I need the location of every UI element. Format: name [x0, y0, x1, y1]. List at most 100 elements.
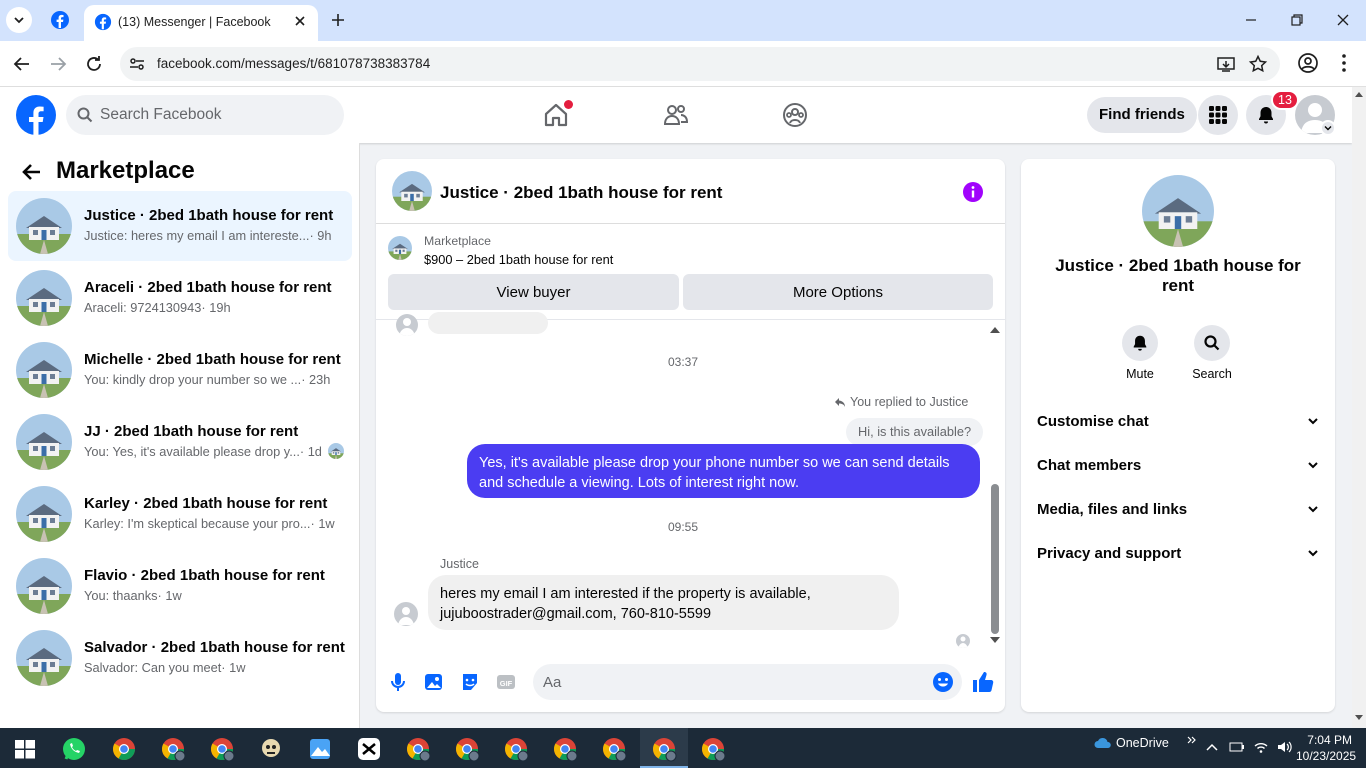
emoji-icon[interactable] — [932, 671, 954, 693]
site-settings-icon[interactable] — [128, 55, 146, 73]
conversation-name: JJ · 2bed 1bath house for rent — [84, 423, 299, 440]
conversation-item[interactable]: JJ · 2bed 1bath house for rent You: Yes, … — [8, 407, 352, 477]
gif-icon[interactable]: GIF — [496, 671, 516, 693]
microphone-icon[interactable] — [388, 671, 408, 693]
search-conversation-button[interactable]: Search — [1182, 325, 1242, 381]
house-listing-image — [392, 171, 432, 211]
conversation-item[interactable]: Michelle · 2bed 1bath house for rent You:… — [8, 335, 352, 405]
their-message-bubble[interactable]: heres my email I am interested if the pr… — [428, 575, 899, 630]
listing-thumbnail[interactable] — [388, 236, 412, 260]
menu-button[interactable] — [1198, 95, 1238, 135]
close-window-icon[interactable] — [1333, 10, 1353, 30]
url-text[interactable]: facebook.com/messages/t/681078738383784 — [157, 56, 430, 71]
chrome-window-icon[interactable] — [651, 736, 677, 762]
sticker-icon[interactable] — [460, 671, 480, 693]
photo-gallery-icon[interactable] — [424, 671, 444, 693]
chrome-window-icon[interactable] — [552, 736, 578, 762]
conversation-item[interactable]: Justice · 2bed 1bath house for rent Justi… — [8, 191, 352, 261]
view-buyer-button[interactable]: View buyer — [388, 274, 679, 310]
scroll-down-icon[interactable] — [1355, 715, 1363, 721]
forward-arrow-icon[interactable] — [47, 53, 69, 75]
chevron-right-icon[interactable] — [1185, 734, 1197, 746]
restore-icon[interactable] — [1287, 10, 1307, 30]
buyer-avatar — [396, 314, 418, 336]
friends-icon[interactable] — [662, 101, 690, 129]
system-clock[interactable]: 7:04 PM 10/23/2025 — [1296, 732, 1356, 764]
wifi-icon[interactable] — [1253, 740, 1269, 754]
facebook-pinned-tab-icon[interactable] — [50, 10, 70, 30]
battery-icon[interactable] — [1229, 740, 1245, 754]
conversation-thumbnail — [16, 558, 72, 614]
buyer-avatar[interactable] — [394, 602, 418, 626]
scroll-thumb[interactable] — [991, 484, 999, 634]
conversation-item[interactable]: Salvador · 2bed 1bath house for rent Salv… — [8, 623, 352, 693]
chrome-window-icon[interactable] — [405, 736, 431, 762]
section-customise-chat[interactable]: Customise chat — [1037, 403, 1319, 439]
app-icon[interactable] — [258, 736, 284, 762]
conversation-item[interactable]: Flavio · 2bed 1bath house for rent You: t… — [8, 551, 352, 621]
browser-profile-icon[interactable] — [1297, 52, 1319, 74]
conversation-thumbnail — [16, 486, 72, 542]
chrome-window-icon[interactable] — [160, 736, 186, 762]
scroll-up-icon[interactable] — [990, 325, 1000, 333]
my-message-bubble[interactable]: Yes, it's available please drop your pho… — [467, 444, 980, 498]
details-listing-thumbnail[interactable] — [1142, 175, 1214, 247]
reload-icon[interactable] — [83, 53, 105, 75]
active-tab[interactable]: (13) Messenger | Facebook — [84, 5, 318, 41]
section-media-files-links[interactable]: Media, files and links — [1037, 491, 1319, 527]
volume-icon[interactable] — [1276, 740, 1292, 754]
bookmark-star-icon[interactable] — [1248, 54, 1268, 74]
find-friends-button[interactable]: Find friends — [1087, 97, 1197, 133]
show-hidden-icons-icon[interactable] — [1205, 740, 1219, 754]
chevron-down-icon — [1308, 550, 1318, 557]
chrome-window-icon[interactable] — [700, 736, 726, 762]
more-options-button[interactable]: More Options — [683, 274, 993, 310]
chrome-window-icon[interactable] — [111, 736, 137, 762]
message-input-box[interactable] — [533, 664, 962, 700]
mute-button[interactable]: Mute — [1110, 325, 1170, 381]
section-privacy-support[interactable]: Privacy and support — [1037, 535, 1319, 571]
address-bar[interactable]: facebook.com/messages/t/681078738383784 — [120, 47, 1280, 81]
chrome-window-icon[interactable] — [454, 736, 480, 762]
listing-price[interactable]: $900 – 2bed 1bath house for rent — [424, 252, 613, 267]
chrome-window-icon[interactable] — [503, 736, 529, 762]
info-icon[interactable] — [962, 181, 984, 203]
facebook-search-box[interactable]: Search Facebook — [66, 95, 344, 135]
chat-scrollbar[interactable] — [989, 324, 1001, 650]
chrome-window-icon[interactable] — [601, 736, 627, 762]
windows-start-icon[interactable] — [12, 736, 38, 762]
message-line: heres my email I am interested if the pr… — [440, 586, 811, 602]
capcut-icon[interactable] — [356, 736, 382, 762]
chrome-window-icon[interactable] — [209, 736, 235, 762]
facebook-logo-icon[interactable] — [16, 95, 56, 135]
new-tab-icon[interactable] — [328, 10, 348, 30]
scroll-up-icon[interactable] — [1355, 91, 1363, 97]
browser-menu-icon[interactable] — [1334, 52, 1354, 74]
default-avatar-icon — [399, 318, 415, 336]
page-scrollbar[interactable] — [1352, 87, 1366, 728]
conversation-item[interactable]: Araceli · 2bed 1bath house for rent Arace… — [8, 263, 352, 333]
groups-icon[interactable] — [781, 101, 809, 129]
header-divider — [376, 223, 1005, 224]
chat-title[interactable]: Justice · 2bed 1bath house for rent — [440, 183, 722, 203]
section-chat-members[interactable]: Chat members — [1037, 447, 1319, 483]
account-menu-chevron[interactable] — [1320, 120, 1336, 136]
conversation-item[interactable]: Karley · 2bed 1bath house for rent Karley… — [8, 479, 352, 549]
quoted-message[interactable]: Hi, is this available? — [846, 418, 984, 446]
message-input[interactable] — [543, 664, 913, 700]
whatsapp-icon[interactable] — [61, 736, 87, 762]
back-arrow-icon[interactable] — [20, 161, 42, 183]
chat-listing-thumbnail[interactable] — [392, 171, 432, 211]
photos-app-icon[interactable] — [307, 736, 333, 762]
back-arrow-icon[interactable] — [11, 53, 33, 75]
tab-search-button[interactable] — [6, 7, 32, 33]
scroll-down-icon[interactable] — [990, 637, 1000, 645]
close-tab-icon[interactable] — [292, 13, 308, 29]
minimize-icon[interactable] — [1241, 10, 1261, 30]
thumbs-up-icon[interactable] — [972, 670, 994, 694]
preview-text: You: Yes, it's available please drop y..… — [84, 444, 300, 459]
house-listing-image — [16, 198, 72, 254]
install-app-icon[interactable] — [1216, 54, 1236, 74]
house-listing-image — [16, 414, 72, 470]
onedrive-tray[interactable]: OneDrive — [1094, 736, 1169, 750]
